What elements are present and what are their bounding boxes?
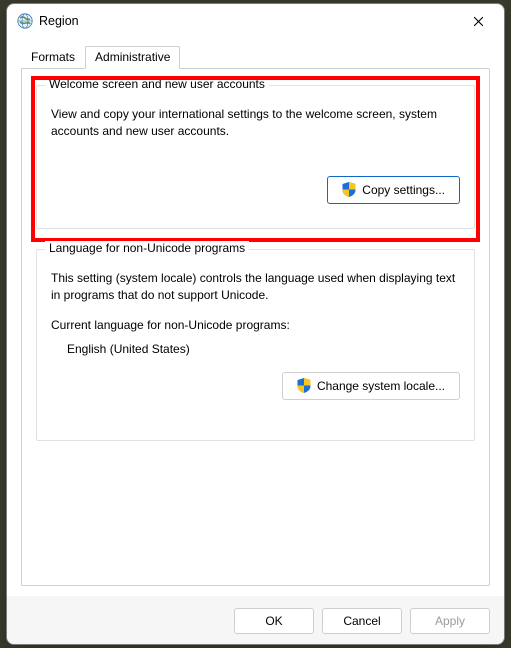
- region-dialog: Region Formats Administrative Welcome sc…: [6, 3, 505, 645]
- tab-administrative[interactable]: Administrative: [85, 46, 180, 69]
- dialog-footer: OK Cancel Apply: [7, 596, 504, 644]
- group-non-unicode: Language for non-Unicode programs This s…: [36, 249, 475, 441]
- group-title-non-unicode: Language for non-Unicode programs: [45, 241, 249, 255]
- welcome-screen-description: View and copy your international setting…: [51, 106, 460, 140]
- change-system-locale-button[interactable]: Change system locale...: [282, 372, 460, 400]
- current-language-label: Current language for non-Unicode program…: [51, 318, 460, 332]
- cancel-button[interactable]: Cancel: [322, 608, 402, 634]
- tab-panel-administrative: Welcome screen and new user accounts Vie…: [21, 68, 490, 586]
- globe-icon: [17, 13, 33, 29]
- shield-icon: [297, 378, 311, 393]
- change-system-locale-label: Change system locale...: [317, 379, 445, 393]
- copy-settings-button[interactable]: Copy settings...: [327, 176, 460, 204]
- group-title-welcome: Welcome screen and new user accounts: [45, 77, 269, 91]
- client-area: Formats Administrative Welcome screen an…: [7, 38, 504, 596]
- shield-icon: [342, 182, 356, 197]
- non-unicode-description: This setting (system locale) controls th…: [51, 270, 460, 304]
- close-button[interactable]: [456, 6, 500, 36]
- current-language-value: English (United States): [67, 342, 460, 356]
- group-welcome-screen: Welcome screen and new user accounts Vie…: [36, 85, 475, 229]
- titlebar: Region: [7, 4, 504, 38]
- copy-settings-label: Copy settings...: [362, 183, 445, 197]
- apply-button[interactable]: Apply: [410, 608, 490, 634]
- tabstrip: Formats Administrative: [21, 44, 490, 68]
- ok-button[interactable]: OK: [234, 608, 314, 634]
- tab-formats[interactable]: Formats: [21, 46, 85, 69]
- window-title: Region: [39, 14, 456, 28]
